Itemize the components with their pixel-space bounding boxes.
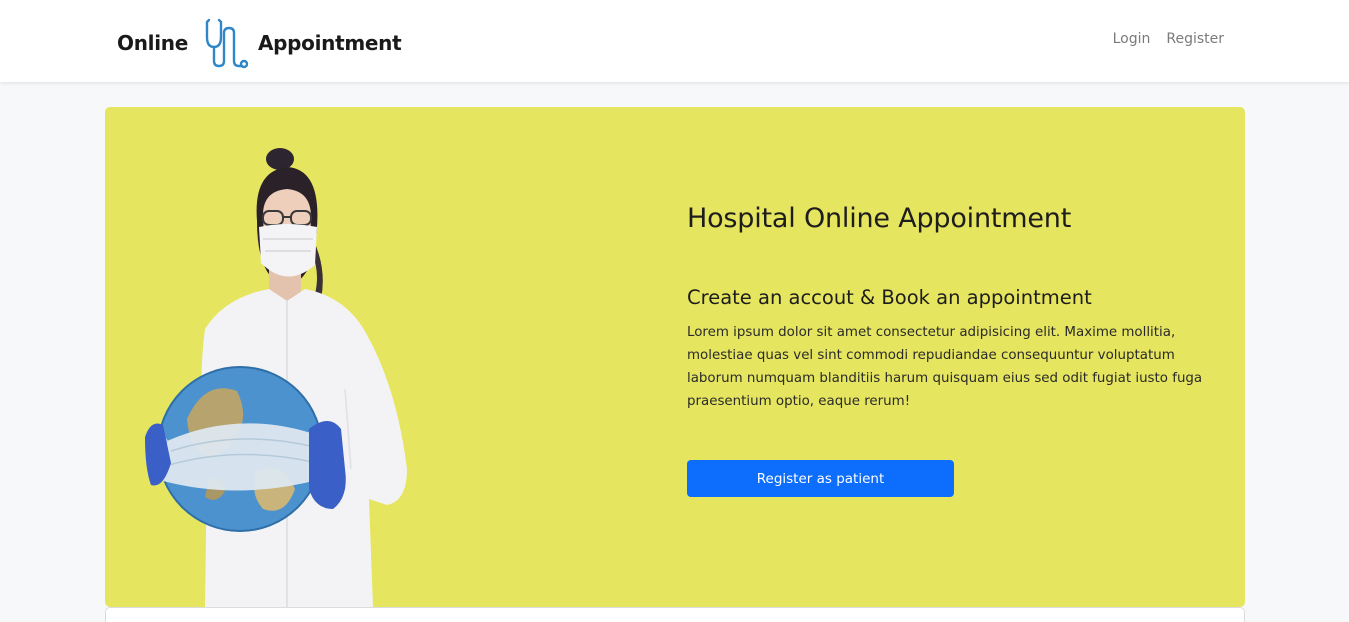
next-section-card xyxy=(105,607,1245,622)
hero-banner: Hospital Online Appointment Create an ac… xyxy=(105,107,1245,607)
top-navbar: Online Appointment Login Register xyxy=(0,0,1349,82)
stethoscope-icon xyxy=(205,18,248,69)
nav-login-link[interactable]: Login xyxy=(1113,31,1151,47)
register-as-patient-button[interactable]: Register as patient xyxy=(687,460,954,497)
hero-description: Lorem ipsum dolor sit amet consectetur a… xyxy=(687,325,1203,409)
brand-link[interactable]: Online Appointment xyxy=(117,18,402,69)
hero-title: Hospital Online Appointment xyxy=(687,203,1072,234)
brand-text-right: Appointment xyxy=(257,31,402,55)
hero-subtitle: Create an accout & Book an appointment xyxy=(687,286,1092,309)
doctor-with-globe-image xyxy=(145,148,407,607)
nav-links: Login Register xyxy=(1113,31,1224,47)
brand-text-left: Online xyxy=(117,31,188,55)
nav-register-link[interactable]: Register xyxy=(1166,31,1224,47)
hero-copy: Hospital Online Appointment Create an ac… xyxy=(687,203,1227,413)
